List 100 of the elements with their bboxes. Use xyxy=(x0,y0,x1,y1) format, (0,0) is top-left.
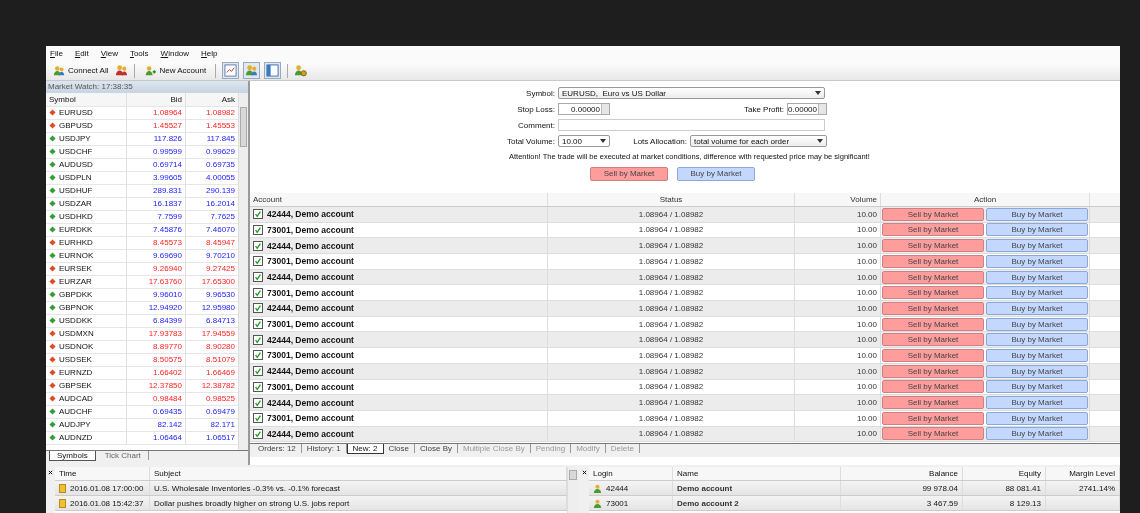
column-header[interactable]: Margin Level xyxy=(1046,467,1120,481)
chart-icon[interactable] xyxy=(222,62,240,80)
sell-button[interactable]: Sell by Market xyxy=(882,254,984,268)
sell-button[interactable]: Sell by Market xyxy=(882,270,984,284)
symbol-cell[interactable]: AUDCAD xyxy=(46,392,127,405)
sell-button[interactable]: Sell by Market xyxy=(882,348,984,362)
symbol-cell[interactable]: USDSEK xyxy=(46,353,127,366)
sell-button[interactable]: Sell by Market xyxy=(882,411,984,425)
window-icon[interactable] xyxy=(264,62,282,80)
buy-button[interactable]: Buy by Market xyxy=(986,223,1088,237)
symbol-cell[interactable]: EURNZD xyxy=(46,366,127,379)
new-account-button[interactable]: New Account xyxy=(141,62,210,79)
tab[interactable]: New: 2 xyxy=(346,443,384,454)
sell-button[interactable]: Sell by Market xyxy=(882,364,984,378)
column-header[interactable]: Bid xyxy=(127,92,186,106)
symbol-cell[interactable]: USDDKK xyxy=(46,314,127,327)
menu-item[interactable]: Help xyxy=(201,49,218,59)
column-header[interactable]: Symbol xyxy=(46,92,127,106)
checkbox[interactable] xyxy=(253,209,263,220)
symbol-cell[interactable]: USDZAR xyxy=(46,197,127,210)
symbol-cell[interactable]: USDHKD xyxy=(46,210,127,223)
buy-button[interactable]: Buy by Market xyxy=(986,411,1088,425)
buy-button[interactable]: Buy by Market xyxy=(986,427,1088,441)
buy-button[interactable]: Buy by Market xyxy=(986,317,1088,331)
checkbox[interactable] xyxy=(253,334,263,345)
symbol-dropdown[interactable]: EURUSD, Euro vs US Dollar xyxy=(558,87,825,100)
symbol-cell[interactable]: USDMXN xyxy=(46,327,127,340)
symbol-cell[interactable]: EURSEK xyxy=(46,262,127,275)
sell-button[interactable]: Sell by Market xyxy=(882,301,984,315)
tab[interactable]: History: 1 xyxy=(301,443,347,453)
sell-button[interactable]: Sell by Market xyxy=(882,239,984,253)
symbol-cell[interactable]: EURHKD xyxy=(46,236,127,249)
buy-button[interactable]: Buy by Market xyxy=(677,166,755,181)
panel-tab[interactable]: Symbols xyxy=(49,450,96,461)
buy-button[interactable]: Buy by Market xyxy=(986,333,1088,347)
column-header[interactable]: Equity xyxy=(963,467,1046,481)
checkbox[interactable] xyxy=(253,381,263,392)
checkbox[interactable] xyxy=(253,224,263,235)
checkbox[interactable] xyxy=(253,272,263,283)
sell-button[interactable]: Sell by Market xyxy=(590,166,668,181)
user-gear-icon[interactable] xyxy=(294,64,308,78)
symbol-cell[interactable]: AUDJPY xyxy=(46,418,127,431)
checkbox[interactable] xyxy=(253,256,263,267)
buy-button[interactable]: Buy by Market xyxy=(986,348,1088,362)
column-header[interactable]: Status xyxy=(548,192,795,206)
column-header[interactable]: Ask xyxy=(186,92,238,106)
tab[interactable]: Close xyxy=(383,443,415,453)
sell-button[interactable]: Sell by Market xyxy=(882,333,984,347)
close-icon[interactable] xyxy=(582,470,587,476)
symbol-cell[interactable]: GBPDKK xyxy=(46,288,127,301)
symbol-cell[interactable]: EURUSD xyxy=(46,106,127,119)
buy-button[interactable]: Buy by Market xyxy=(986,380,1088,394)
column-header[interactable]: Volume xyxy=(795,192,881,206)
buy-button[interactable]: Buy by Market xyxy=(986,301,1088,315)
checkbox[interactable] xyxy=(253,350,263,361)
menu-item[interactable]: View xyxy=(100,49,118,59)
checkbox[interactable] xyxy=(253,397,263,408)
sell-button[interactable]: Sell by Market xyxy=(882,207,984,221)
checkbox[interactable] xyxy=(253,240,263,251)
scrollbar[interactable] xyxy=(567,467,578,513)
comment-field[interactable] xyxy=(558,119,825,132)
tab[interactable]: Close By xyxy=(414,443,458,453)
sell-button[interactable]: Sell by Market xyxy=(882,223,984,237)
users-icon[interactable] xyxy=(115,64,129,78)
sell-button[interactable]: Sell by Market xyxy=(882,427,984,441)
symbol-cell[interactable]: AUDUSD xyxy=(46,158,127,171)
symbol-cell[interactable]: USDHUF xyxy=(46,184,127,197)
buy-button[interactable]: Buy by Market xyxy=(986,286,1088,300)
sell-button[interactable]: Sell by Market xyxy=(882,380,984,394)
column-header[interactable]: Balance xyxy=(841,467,963,481)
symbol-cell[interactable]: GBPNOK xyxy=(46,301,127,314)
tab[interactable]: Orders: 12 xyxy=(253,443,302,453)
close-icon[interactable] xyxy=(48,470,53,476)
stop-loss-field[interactable]: 0.00000 xyxy=(558,103,610,116)
buy-button[interactable]: Buy by Market xyxy=(986,396,1088,410)
menu-item[interactable]: Edit xyxy=(74,49,89,59)
menu-item[interactable]: Window xyxy=(160,49,190,59)
menu-item[interactable]: File xyxy=(50,49,63,59)
symbol-cell[interactable]: USDPLN xyxy=(46,171,127,184)
users-icon[interactable] xyxy=(243,62,261,80)
checkbox[interactable] xyxy=(253,287,263,298)
buy-button[interactable]: Buy by Market xyxy=(986,254,1088,268)
checkbox[interactable] xyxy=(253,428,263,439)
symbol-cell[interactable]: EURNOK xyxy=(46,249,127,262)
symbol-cell[interactable]: USDJPY xyxy=(46,132,127,145)
column-header[interactable]: Login xyxy=(589,467,673,481)
symbol-cell[interactable]: AUDNZD xyxy=(46,431,127,444)
buy-button[interactable]: Buy by Market xyxy=(986,207,1088,221)
scrollbar[interactable] xyxy=(238,92,248,450)
symbol-cell[interactable]: EURZAR xyxy=(46,275,127,288)
lots-allocation-dropdown[interactable]: total volume for each order xyxy=(690,135,827,148)
symbol-cell[interactable]: USDCHF xyxy=(46,145,127,158)
buy-button[interactable]: Buy by Market xyxy=(986,239,1088,253)
symbol-cell[interactable]: GBPSEK xyxy=(46,379,127,392)
take-profit-field[interactable]: 0.00000 xyxy=(787,103,827,116)
column-header[interactable]: Name xyxy=(673,467,841,481)
column-header[interactable]: Account xyxy=(250,192,548,206)
buy-button[interactable]: Buy by Market xyxy=(986,270,1088,284)
symbol-cell[interactable]: USDNOK xyxy=(46,340,127,353)
symbol-cell[interactable]: AUDCHF xyxy=(46,405,127,418)
